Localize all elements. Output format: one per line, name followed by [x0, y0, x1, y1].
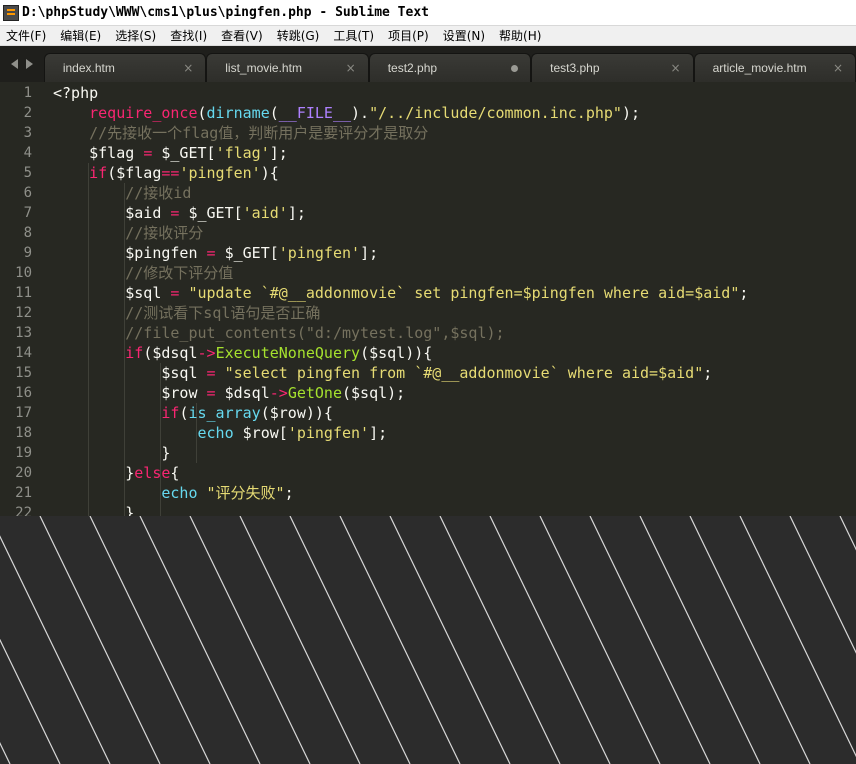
line-number: 14 — [15, 345, 32, 361]
line-number: 2 — [23, 105, 32, 121]
line-number: 17 — [15, 405, 32, 421]
line-number: 11 — [15, 285, 32, 301]
close-icon[interactable]: × — [183, 61, 193, 75]
code-line[interactable]: $sql = "update `#@__addonmovie` set ping… — [53, 283, 748, 303]
arrow-left-icon[interactable] — [10, 59, 18, 69]
stripe-line — [439, 516, 561, 764]
menu-find[interactable]: 查找(I) — [164, 27, 215, 44]
line-number: 20 — [15, 465, 32, 481]
unsaved-dot-icon[interactable] — [511, 64, 519, 72]
code-line[interactable]: $pingfen = $_GET['pingfen']; — [53, 243, 378, 263]
stripe-line — [289, 516, 411, 764]
line-number: 12 — [15, 305, 32, 321]
code-line[interactable]: require_once(dirname(__FILE__)."/../incl… — [53, 103, 640, 123]
window-titlebar: D:\phpStudy\WWW\cms1\plus\pingfen.php - … — [0, 0, 856, 26]
code-line[interactable]: if($dsql->ExecuteNoneQuery($sql)){ — [53, 343, 432, 363]
tab-label: list_movie.htm — [225, 61, 302, 75]
stripe-line — [539, 516, 661, 764]
code-line[interactable]: //测试看下sql语句是否正确 — [53, 303, 320, 323]
tab-nav-arrows — [0, 46, 44, 82]
code-line[interactable]: $row = $dsql->GetOne($sql); — [53, 383, 405, 403]
stripe-line — [589, 516, 711, 764]
line-number: 19 — [15, 445, 32, 461]
code-line[interactable]: $aid = $_GET['aid']; — [53, 203, 306, 223]
line-number: 6 — [23, 185, 32, 201]
line-number: 16 — [15, 385, 32, 401]
menu-bar: 文件(F) 编辑(E) 选择(S) 查找(I) 查看(V) 转跳(G) 工具(T… — [0, 26, 856, 46]
line-number-gutter: 1 2 3 4 5 6 7 8 9 10 11 12 13 14 15 16 17 18 19 20 21 22 — [0, 82, 40, 516]
tab-label: test3.php — [550, 61, 600, 75]
line-number: 3 — [23, 125, 32, 141]
line-number: 9 — [23, 245, 32, 261]
line-number: 13 — [15, 325, 32, 341]
code-editor[interactable]: 1 2 3 4 5 6 7 8 9 10 11 12 13 14 15 16 17 18 19 20 21 22 <?ph… — [0, 82, 856, 516]
close-icon[interactable]: × — [833, 61, 843, 75]
arrow-right-icon[interactable] — [25, 59, 33, 69]
stripe-line — [89, 516, 211, 764]
desktop-background — [0, 516, 856, 764]
stripe-line — [339, 516, 461, 764]
code-line[interactable]: //先接收一个flag值，判断用户是要评分才是取分 — [53, 123, 428, 143]
stripe-line — [239, 516, 361, 764]
stripe-line — [639, 516, 761, 764]
menu-file[interactable]: 文件(F) — [0, 27, 54, 44]
code-line[interactable]: } — [53, 503, 134, 516]
stripe-line — [0, 535, 111, 764]
line-number: 10 — [15, 265, 32, 281]
line-number: 8 — [23, 225, 32, 241]
code-line[interactable]: //接收id — [53, 183, 191, 203]
menu-selection[interactable]: 选择(S) — [109, 27, 164, 44]
menu-edit[interactable]: 编辑(E) — [54, 27, 109, 44]
close-icon[interactable]: × — [671, 61, 681, 75]
sublime-app-icon — [3, 4, 19, 21]
code-line[interactable]: } — [53, 443, 170, 463]
tab-label: article_movie.htm — [712, 61, 807, 75]
tab-test3-php[interactable]: test3.php × — [531, 53, 694, 82]
code-line[interactable]: <?php — [53, 83, 98, 103]
stripe-line — [489, 516, 611, 764]
stripe-line — [739, 516, 856, 758]
code-line[interactable]: $flag = $_GET['flag']; — [53, 143, 288, 163]
menu-tools[interactable]: 工具(T) — [327, 27, 382, 44]
code-line[interactable]: //接收评分 — [53, 223, 203, 243]
tab-label: test2.php — [387, 61, 438, 75]
line-number: 5 — [23, 165, 32, 181]
code-line[interactable]: }else{ — [53, 463, 179, 483]
menu-project[interactable]: 项目(P) — [382, 27, 437, 44]
tab-bar: index.htm × list_movie.htm × test2.php t… — [0, 46, 856, 82]
code-line[interactable]: $sql = "select pingfen from `#@__addonmo… — [53, 363, 712, 383]
code-line[interactable]: echo "评分失败"; — [53, 483, 293, 503]
code-line[interactable]: //file_put_contents("d:/mytest.log",$sql… — [53, 323, 504, 343]
diagonal-stripes-pattern — [0, 516, 856, 764]
menu-preferences[interactable]: 设置(N) — [437, 27, 493, 44]
tab-list-movie-htm[interactable]: list_movie.htm × — [206, 53, 369, 82]
line-number: 1 — [23, 85, 32, 101]
line-number: 22 — [15, 505, 32, 516]
code-line[interactable]: if(is_array($row)){ — [53, 403, 333, 423]
line-number: 18 — [15, 425, 32, 441]
tab-test2-php[interactable]: test2.php — [368, 53, 532, 82]
line-number: 4 — [23, 145, 32, 161]
menu-goto[interactable]: 转跳(G) — [271, 27, 328, 44]
tab-index-htm[interactable]: index.htm × — [43, 53, 207, 82]
close-icon[interactable]: × — [346, 61, 356, 75]
code-line[interactable]: if($flag=='pingfen'){ — [53, 163, 279, 183]
menu-help[interactable]: 帮助(H) — [493, 27, 549, 44]
code-line[interactable]: echo $row['pingfen']; — [53, 423, 388, 443]
line-number: 7 — [23, 205, 32, 221]
window-title: D:\phpStudy\WWW\cms1\plus\pingfen.php - … — [22, 5, 429, 20]
stripe-line — [0, 638, 61, 764]
tab-article-movie-htm[interactable]: article_movie.htm × — [693, 53, 856, 82]
stripe-line — [139, 516, 261, 764]
stripe-line — [189, 516, 311, 764]
stripe-line — [39, 516, 161, 764]
line-number: 15 — [15, 365, 32, 381]
stripe-line — [389, 516, 511, 764]
code-line[interactable]: //修改下评分值 — [53, 263, 233, 283]
line-number: 21 — [15, 485, 32, 501]
menu-view[interactable]: 查看(V) — [215, 27, 271, 44]
stripe-line — [689, 516, 811, 764]
tab-label: index.htm — [62, 61, 115, 75]
